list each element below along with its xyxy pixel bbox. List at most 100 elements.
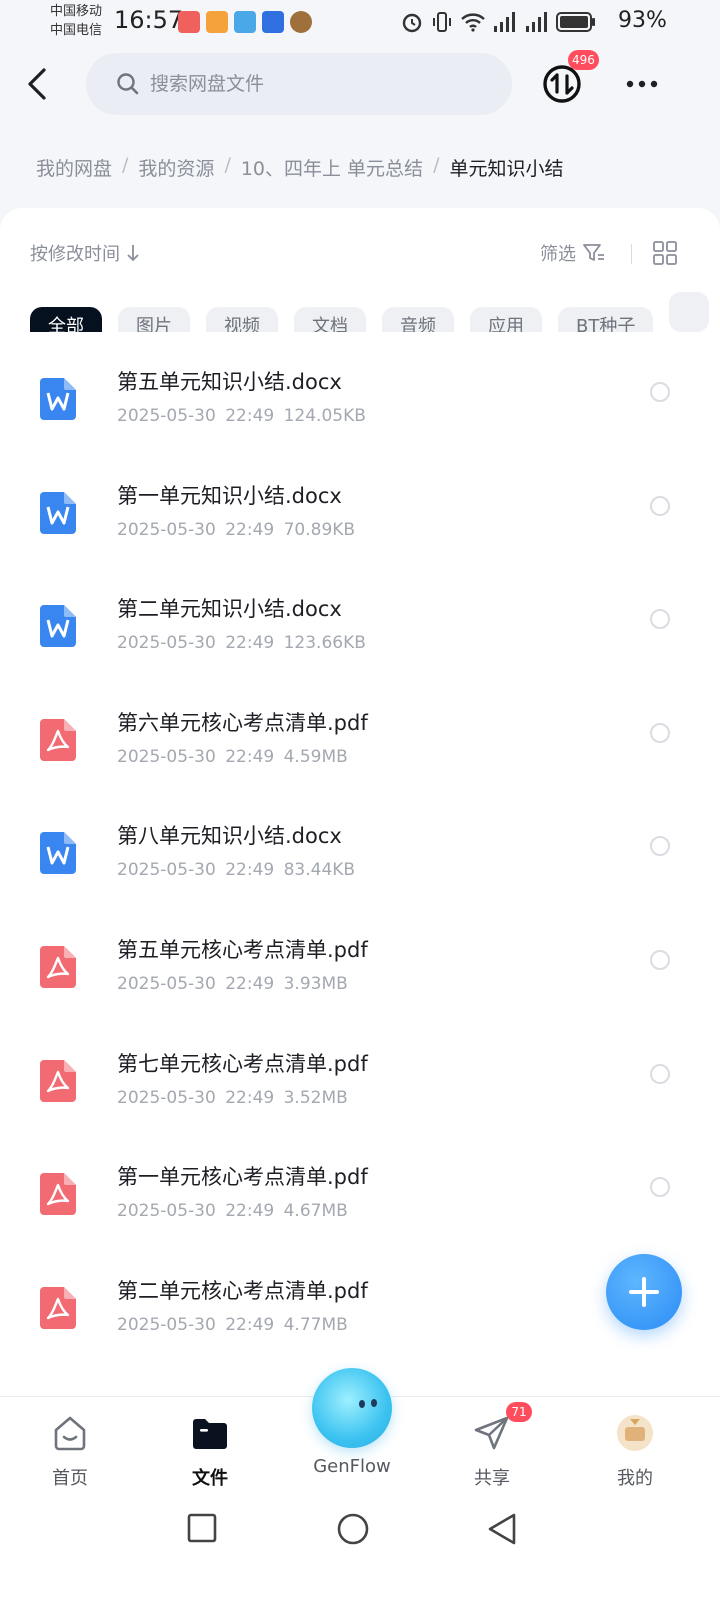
back-button[interactable] — [22, 66, 56, 102]
breadcrumb-item[interactable]: 我的网盘 — [36, 154, 112, 181]
word-file-icon — [40, 832, 76, 875]
file-time: 22:49 — [225, 519, 275, 540]
more-button[interactable] — [624, 74, 660, 94]
plus-icon — [629, 1277, 659, 1307]
search-icon — [117, 73, 139, 95]
app-notification-icon — [262, 11, 284, 33]
file-row[interactable]: 第八单元知识小结.docx 2025-05-30 22:49 83.44KB — [0, 796, 720, 910]
select-radio[interactable] — [650, 609, 670, 630]
signal-icon — [526, 12, 547, 32]
home-circle-icon[interactable] — [336, 1512, 370, 1546]
alarm-icon — [402, 13, 422, 33]
file-row[interactable]: 第一单元知识小结.docx 2025-05-30 22:49 70.89KB — [0, 456, 720, 570]
chip-all[interactable]: 全部 — [30, 307, 102, 332]
nav-me-label: 我的 — [617, 1468, 653, 1489]
file-meta: 2025-05-30 22:49 4.67MB — [117, 1201, 348, 1221]
nav-me[interactable]: 我的 — [585, 1413, 685, 1490]
genflow-button[interactable] — [312, 1368, 392, 1448]
clock: 16:57 — [114, 6, 184, 34]
file-time: 22:49 — [225, 406, 275, 426]
app-notification-icon — [290, 11, 312, 33]
chip-apps[interactable]: 应用 — [470, 307, 542, 332]
chip-videos[interactable]: 视频 — [206, 307, 278, 332]
file-meta: 2025-05-30 22:49 123.66KB — [117, 633, 366, 653]
select-radio[interactable] — [650, 1063, 670, 1084]
category-chips: 全部 图片 视频 文档 音频 应用 BT种子 — [30, 292, 720, 332]
file-size: 124.05KB — [283, 406, 366, 426]
select-radio[interactable] — [650, 1177, 670, 1198]
file-meta: 2025-05-30 22:49 3.52MB — [117, 1088, 348, 1108]
file-meta: 2025-05-30 22:49 124.05KB — [117, 406, 366, 426]
file-name: 第五单元知识小结.docx — [117, 370, 342, 394]
battery-icon — [556, 12, 595, 32]
file-icon — [40, 491, 76, 534]
file-date: 2025-05-30 — [117, 746, 216, 767]
pdf-file-icon — [40, 1173, 76, 1216]
pdf-file-icon — [40, 718, 76, 761]
chip-more[interactable] — [669, 292, 710, 332]
breadcrumb-separator: / — [122, 154, 129, 176]
file-date: 2025-05-30 — [117, 633, 216, 654]
carrier-2: 中国电信 — [50, 23, 103, 38]
search-box[interactable] — [86, 53, 512, 115]
home-icon — [54, 1416, 86, 1451]
file-row[interactable]: 第五单元知识小结.docx 2025-05-30 22:49 124.05KB — [0, 342, 720, 456]
chip-images[interactable]: 图片 — [118, 307, 190, 332]
file-size: 83.44KB — [283, 860, 356, 881]
breadcrumb-item[interactable]: 我的资源 — [138, 154, 214, 181]
breadcrumb-separator: / — [433, 154, 440, 176]
genflow-mascot-icon — [359, 1399, 377, 1408]
add-button[interactable] — [606, 1254, 682, 1330]
file-panel: 按修改时间 筛选 全部 图片 视频 文档 音频 应用 BT种子 第五单元知识小结.docx 2… — [0, 208, 720, 1398]
nav-files[interactable]: 文件 — [160, 1413, 260, 1490]
select-radio[interactable] — [650, 949, 670, 970]
word-file-icon — [40, 605, 76, 648]
file-icon — [40, 605, 76, 648]
vibrate-icon — [433, 12, 451, 32]
sort-label: 按修改时间 — [30, 244, 120, 265]
word-file-icon — [40, 491, 76, 534]
breadcrumb-current: 单元知识小结 — [449, 158, 564, 180]
more-icon — [626, 80, 658, 88]
file-time: 22:49 — [225, 860, 275, 881]
notification-icons — [178, 11, 312, 33]
app-notification-icon — [178, 11, 200, 33]
breadcrumb-separator: / — [224, 154, 231, 176]
grid-view-button[interactable] — [652, 240, 678, 266]
file-row[interactable]: 第一单元核心考点清单.pdf 2025-05-30 22:49 4.67MB — [0, 1137, 720, 1251]
file-size: 3.93MB — [283, 973, 348, 994]
select-radio[interactable] — [650, 382, 670, 402]
file-time: 22:49 — [225, 1314, 275, 1335]
sort-button[interactable]: 按修改时间 — [30, 240, 140, 266]
file-meta: 2025-05-30 22:49 83.44KB — [117, 860, 355, 880]
file-time: 22:49 — [225, 633, 275, 654]
search-input[interactable] — [150, 53, 490, 115]
file-row[interactable]: 第二单元知识小结.docx 2025-05-30 22:49 123.66KB — [0, 569, 720, 683]
filter-button[interactable]: 筛选 — [540, 240, 606, 266]
breadcrumb-item[interactable]: 10、四年上 单元总结 — [241, 154, 423, 181]
file-date: 2025-05-30 — [117, 1314, 216, 1335]
chip-audio[interactable]: 音频 — [382, 307, 454, 332]
chip-bt[interactable]: BT种子 — [558, 307, 654, 332]
file-name: 第七单元核心考点清单.pdf — [117, 1051, 368, 1076]
file-time: 22:49 — [225, 1087, 275, 1108]
file-date: 2025-05-30 — [117, 860, 216, 881]
file-icon — [40, 1059, 76, 1102]
chip-documents[interactable]: 文档 — [294, 307, 366, 332]
transfer-button[interactable] — [542, 64, 582, 104]
file-icon — [40, 832, 76, 875]
recents-icon[interactable] — [186, 1512, 218, 1544]
file-icon — [40, 378, 76, 420]
file-row[interactable]: 第七单元核心考点清单.pdf 2025-05-30 22:49 3.52MB — [0, 1024, 720, 1138]
file-row[interactable]: 第五单元核心考点清单.pdf 2025-05-30 22:49 3.93MB — [0, 910, 720, 1024]
back-triangle-icon[interactable] — [486, 1512, 518, 1546]
select-radio[interactable] — [650, 495, 670, 516]
nav-share[interactable]: 共享 — [442, 1413, 542, 1490]
file-row[interactable]: 第六单元核心考点清单.pdf 2025-05-30 22:49 4.59MB — [0, 683, 720, 797]
file-meta: 2025-05-30 22:49 4.59MB — [117, 747, 348, 767]
select-radio[interactable] — [650, 836, 670, 857]
file-date: 2025-05-30 — [117, 406, 216, 426]
file-name: 第二单元知识小结.docx — [117, 597, 342, 622]
select-radio[interactable] — [650, 722, 670, 743]
nav-home[interactable]: 首页 — [20, 1413, 120, 1490]
